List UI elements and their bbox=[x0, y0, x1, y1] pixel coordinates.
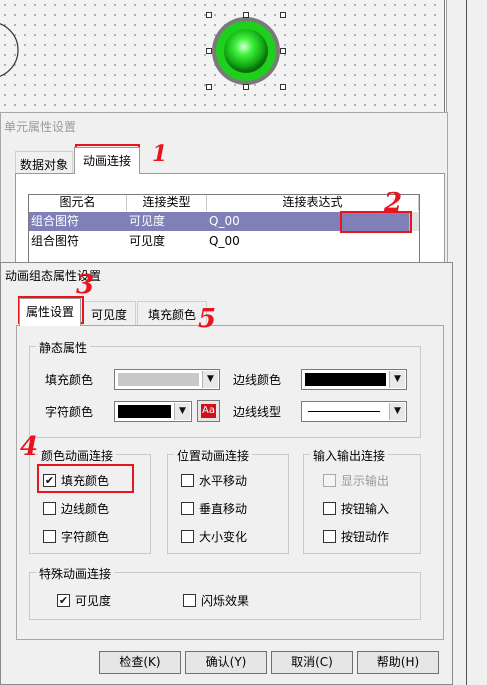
selection-handle[interactable] bbox=[243, 84, 249, 90]
group-legend: 特殊动画连接 bbox=[36, 565, 115, 582]
unit-property-dialog: 单元属性设置 数据对象 动画连接 图元名 连接类型 连接表达式 组合图符 可见度… bbox=[0, 112, 448, 274]
size-change-label: 大小变化 bbox=[199, 530, 248, 544]
tab-fill-color[interactable]: 填充颜色 bbox=[137, 301, 207, 325]
selection-handle[interactable] bbox=[243, 12, 249, 18]
button-input-checkbox[interactable] bbox=[323, 502, 336, 515]
tab-animation-link[interactable]: 动画连接 bbox=[74, 147, 140, 174]
help-button[interactable]: 帮助(H) bbox=[357, 651, 439, 674]
group-legend: 输入输出连接 bbox=[310, 447, 389, 464]
line-color-anim-label: 边线颜色 bbox=[61, 502, 110, 516]
selection-handle[interactable] bbox=[280, 84, 286, 90]
line-style-dropdown[interactable]: ▼ bbox=[301, 401, 407, 422]
dialog-title: 动画组态属性设置 bbox=[1, 263, 452, 285]
visibility-checkbox[interactable]: ✔ bbox=[57, 594, 70, 607]
column-header-type[interactable]: 连接类型 bbox=[127, 195, 207, 211]
line-color-dropdown[interactable]: ▼ bbox=[301, 369, 407, 390]
font-icon: Aa bbox=[201, 404, 216, 418]
line-color-label: 边线颜色 bbox=[233, 373, 282, 387]
button-action-label: 按钮动作 bbox=[341, 530, 390, 544]
selection-handle[interactable] bbox=[206, 48, 212, 54]
selection-handle[interactable] bbox=[280, 12, 286, 18]
fill-color-swatch bbox=[118, 373, 199, 386]
vertical-move-checkbox[interactable] bbox=[181, 502, 194, 515]
cell-name: 组合图符 bbox=[31, 234, 80, 248]
static-properties-group bbox=[29, 346, 421, 438]
char-color-anim-label: 字符颜色 bbox=[61, 530, 110, 544]
line-style-preview bbox=[308, 411, 380, 412]
cell-name: 组合图符 bbox=[31, 214, 80, 228]
blink-effect-label: 闪烁效果 bbox=[201, 594, 250, 608]
chevron-down-icon[interactable]: ▼ bbox=[389, 371, 405, 388]
display-output-checkbox[interactable] bbox=[323, 474, 336, 487]
visibility-label: 可见度 bbox=[75, 594, 112, 608]
panel-divider bbox=[466, 0, 467, 685]
group-legend: 颜色动画连接 bbox=[38, 447, 117, 464]
tab-property-settings[interactable]: 属性设置 bbox=[19, 298, 81, 326]
tab-visibility[interactable]: 可见度 bbox=[82, 301, 136, 325]
cell-type: 可见度 bbox=[129, 234, 166, 248]
horizontal-move-checkbox[interactable] bbox=[181, 474, 194, 487]
annotation-box bbox=[37, 464, 134, 493]
table-row[interactable]: 组合图符 可见度 Q_00 bbox=[29, 232, 409, 251]
check-button[interactable]: 检查(K) bbox=[99, 651, 181, 674]
green-lamp-icon[interactable] bbox=[204, 10, 290, 92]
annotation-number: 1 bbox=[152, 141, 168, 167]
dialog-title: 单元属性设置 bbox=[4, 120, 77, 134]
group-legend: 位置动画连接 bbox=[174, 447, 253, 464]
char-color-label: 字符颜色 bbox=[45, 405, 94, 419]
cancel-button[interactable]: 取消(C) bbox=[271, 651, 353, 674]
font-button[interactable]: Aa bbox=[197, 400, 220, 422]
display-output-label: 显示输出 bbox=[341, 474, 390, 488]
button-input-label: 按钮输入 bbox=[341, 502, 390, 516]
cell-type: 可见度 bbox=[129, 214, 166, 228]
line-style-label: 边线线型 bbox=[233, 405, 282, 419]
line-color-swatch bbox=[305, 373, 386, 386]
chevron-down-icon[interactable]: ▼ bbox=[389, 403, 405, 420]
selection-handle[interactable] bbox=[206, 84, 212, 90]
ok-button[interactable]: 确认(Y) bbox=[185, 651, 267, 674]
annotation-number: 5 bbox=[198, 304, 217, 334]
blink-effect-checkbox[interactable] bbox=[183, 594, 196, 607]
cell-expr: Q_00 bbox=[209, 214, 240, 228]
annotation-number: 2 bbox=[384, 188, 403, 218]
vertical-move-label: 垂直移动 bbox=[199, 502, 248, 516]
partial-circle-shape[interactable] bbox=[0, 0, 30, 118]
annotation-number: 4 bbox=[20, 432, 39, 462]
horizontal-move-label: 水平移动 bbox=[199, 474, 248, 488]
char-color-dropdown[interactable]: ▼ bbox=[114, 401, 192, 422]
cell-expr: Q_00 bbox=[209, 234, 240, 248]
chevron-down-icon[interactable]: ▼ bbox=[174, 403, 190, 420]
fill-color-label: 填充颜色 bbox=[45, 373, 94, 387]
char-color-swatch bbox=[118, 405, 171, 418]
column-header-name[interactable]: 图元名 bbox=[29, 195, 127, 211]
group-legend: 静态属性 bbox=[36, 339, 91, 356]
tab-data-object[interactable]: 数据对象 bbox=[15, 151, 73, 173]
annotation-number: 3 bbox=[76, 270, 95, 300]
selection-handle[interactable] bbox=[206, 12, 212, 18]
line-color-checkbox[interactable] bbox=[43, 502, 56, 515]
selection-handle[interactable] bbox=[280, 48, 286, 54]
chevron-down-icon[interactable]: ▼ bbox=[202, 371, 218, 388]
fill-color-dropdown[interactable]: ▼ bbox=[114, 369, 220, 390]
char-color-checkbox[interactable] bbox=[43, 530, 56, 543]
button-action-checkbox[interactable] bbox=[323, 530, 336, 543]
size-change-checkbox[interactable] bbox=[181, 530, 194, 543]
